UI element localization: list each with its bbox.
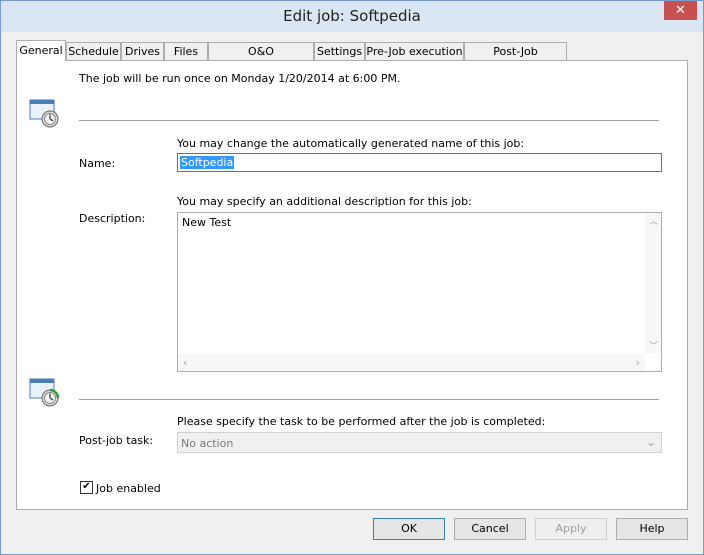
name-label: Name: xyxy=(79,157,116,170)
tab-strip: General Schedule Drives Files O&O Activi… xyxy=(16,40,688,75)
job-enabled-checkbox[interactable]: ✔ xyxy=(80,481,93,494)
tab-general[interactable]: General xyxy=(16,40,66,61)
description-label: Description: xyxy=(79,212,146,225)
separator-bottom xyxy=(79,399,659,400)
horizontal-scrollbar[interactable]: ‹ › xyxy=(178,354,645,371)
vertical-scrollbar[interactable]: ︿ ﹀ xyxy=(645,213,661,353)
separator-top xyxy=(79,120,659,121)
description-hint-text: You may specify an additional descriptio… xyxy=(177,195,472,208)
name-input[interactable]: Softpedia xyxy=(177,153,662,172)
post-job-icon xyxy=(29,378,60,407)
tab-activitymonitor[interactable]: O&O ActivityMonitor xyxy=(208,42,314,75)
title-bar[interactable]: Edit job: Softpedia ✕ xyxy=(1,1,703,32)
scroll-down-icon[interactable]: ﹀ xyxy=(649,339,658,352)
tab-files[interactable]: Files xyxy=(164,42,208,60)
close-icon: ✕ xyxy=(675,3,686,18)
tab-pre-job-execution[interactable]: Pre-Job execution xyxy=(365,42,464,60)
description-value: New Test xyxy=(182,216,232,229)
dropdown-chevron-icon: ⌄ xyxy=(645,435,656,449)
tab-schedule[interactable]: Schedule xyxy=(66,42,121,60)
name-input-value: Softpedia xyxy=(180,156,235,169)
job-enabled-label[interactable]: Job enabled xyxy=(96,482,161,495)
window-title: Edit job: Softpedia xyxy=(283,7,421,25)
cancel-button[interactable]: Cancel xyxy=(454,518,526,540)
checkmark-icon: ✔ xyxy=(82,481,91,492)
tab-drives[interactable]: Drives xyxy=(121,42,164,60)
scroll-right-icon[interactable]: › xyxy=(636,356,640,369)
general-panel: The job will be run once on Monday 1/20/… xyxy=(16,60,688,510)
post-job-value: No action xyxy=(181,437,234,450)
post-job-hint-text: Please specify the task to be performed … xyxy=(177,415,546,428)
post-job-label: Post-job task: xyxy=(79,434,154,447)
job-schedule-icon xyxy=(29,99,59,128)
apply-button[interactable]: Apply xyxy=(535,518,607,540)
tab-post-job-execution[interactable]: Post-Job execution xyxy=(464,42,567,75)
dialog-window: Edit job: Softpedia ✕ General Schedule D… xyxy=(0,0,704,555)
run-info-text: The job will be run once on Monday 1/20/… xyxy=(79,72,401,85)
post-job-select[interactable]: No action ⌄ xyxy=(177,432,662,453)
scroll-left-icon[interactable]: ‹ xyxy=(183,356,187,369)
description-textarea[interactable]: New Test ︿ ﹀ ‹ › xyxy=(177,212,662,372)
scroll-up-icon[interactable]: ︿ xyxy=(649,214,658,227)
ok-button[interactable]: OK xyxy=(373,518,445,540)
tab-settings[interactable]: Settings xyxy=(314,42,365,60)
close-button[interactable]: ✕ xyxy=(664,1,697,20)
name-hint-text: You may change the automatically generat… xyxy=(177,137,525,150)
help-button[interactable]: Help xyxy=(616,518,688,540)
